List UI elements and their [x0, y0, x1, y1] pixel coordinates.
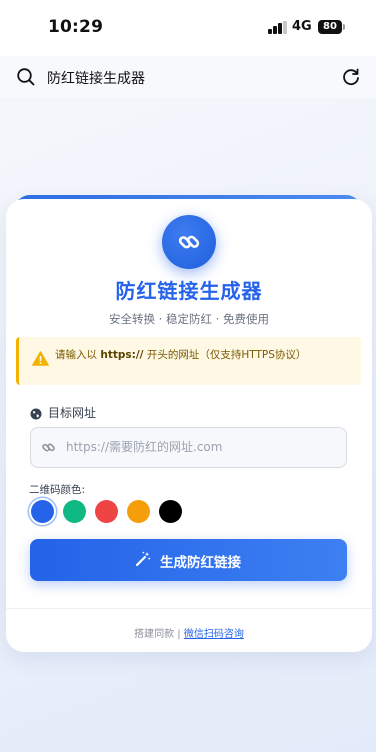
page-title: 防红链接生成器	[115, 279, 263, 303]
qr-color-red[interactable]	[95, 500, 118, 523]
status-time: 10:29	[48, 17, 104, 37]
refresh-icon[interactable]	[340, 66, 362, 88]
link-icon	[178, 235, 200, 249]
battery-tip	[343, 24, 345, 30]
footer-text: 搭建同款 |	[134, 629, 184, 640]
wechat-consult-link[interactable]: 微信扫码咨询	[184, 629, 244, 640]
https-notice: 请输入以 https:// 开头的网址（仅支持HTTPS协议）	[16, 337, 361, 385]
footer-divider	[6, 608, 372, 609]
magic-wand-icon	[135, 551, 151, 570]
notice-protocol: https://	[100, 349, 144, 361]
qr-color-blue[interactable]	[31, 500, 54, 523]
footer: 搭建同款 | 微信扫码咨询	[6, 625, 372, 640]
warning-icon	[32, 351, 49, 370]
generator-card: 防红链接生成器 安全转换 · 稳定防红 · 免费使用 请输入以 https://…	[6, 199, 372, 652]
page-subtitle: 安全转换 · 稳定防红 · 免费使用	[109, 312, 269, 326]
globe-icon	[30, 405, 42, 424]
url-input[interactable]	[66, 428, 341, 466]
qr-color-orange[interactable]	[127, 500, 150, 523]
url-field-label: 目标网址	[48, 406, 97, 420]
network-type: 4G	[292, 19, 312, 34]
generate-link-label: 生成防红链接	[160, 555, 241, 570]
notice-text: 请输入以 https:// 开头的网址（仅支持HTTPS协议）	[55, 349, 307, 361]
browser-page-title[interactable]: 防红链接生成器	[47, 68, 145, 88]
signal-icon	[268, 21, 288, 34]
qr-color-label: 二维码颜色:	[29, 484, 86, 496]
search-icon[interactable]	[16, 67, 36, 87]
qr-color-black[interactable]	[159, 500, 182, 523]
browser-bar: 防红链接生成器	[0, 56, 376, 98]
url-input-container[interactable]	[30, 427, 347, 468]
link-icon	[41, 440, 56, 459]
logo-badge	[162, 215, 216, 269]
qr-color-green[interactable]	[63, 500, 86, 523]
status-bar: 10:29 4G 80	[0, 0, 376, 56]
generate-link-button[interactable]: 生成防红链接	[30, 539, 347, 581]
battery-icon: 80	[318, 20, 342, 34]
